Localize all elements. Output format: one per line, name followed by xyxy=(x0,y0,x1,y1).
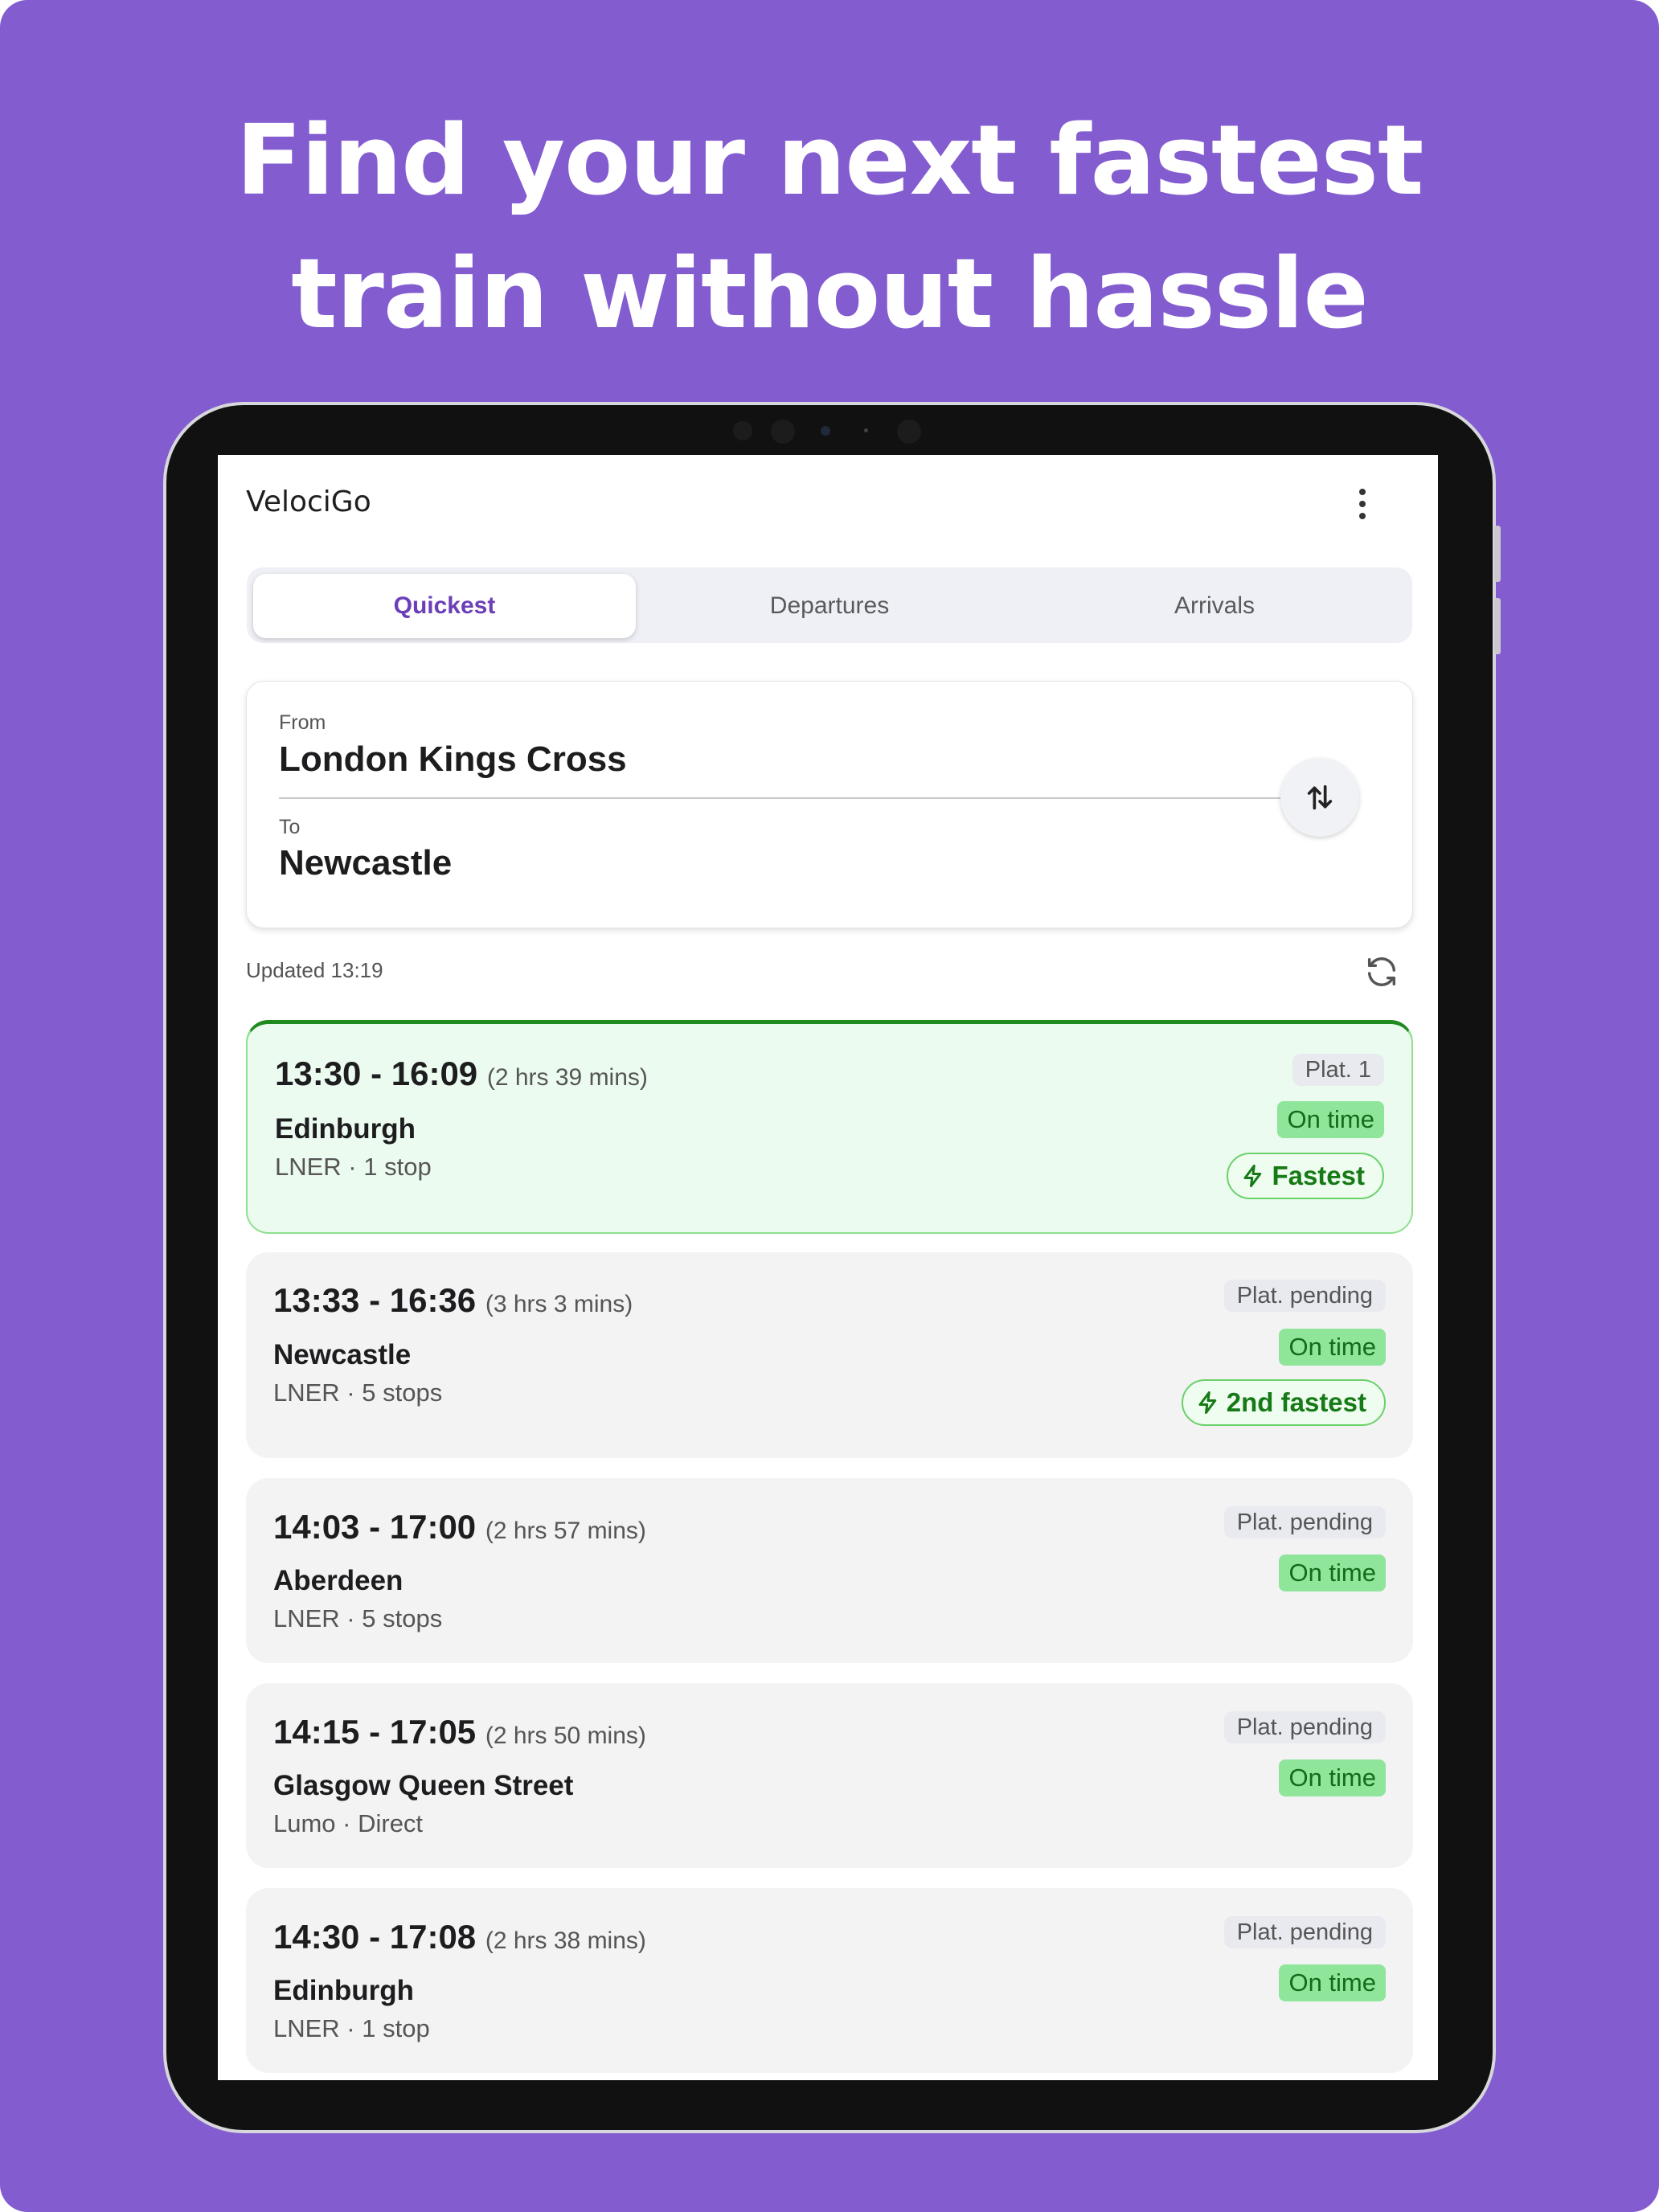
camera-indicator xyxy=(821,426,830,436)
train-card[interactable]: 13:33 - 16:36 (3 hrs 3 mins) Newcastle L… xyxy=(246,1252,1413,1458)
tab-departures[interactable]: Departures xyxy=(638,574,1021,638)
more-vertical-icon[interactable] xyxy=(1350,484,1374,524)
train-operator-stops: LNER · 1 stop xyxy=(273,2014,430,2042)
times-text: 13:33 - 16:36 xyxy=(273,1281,477,1319)
train-destination: Aberdeen xyxy=(273,1565,403,1596)
times-text: 14:30 - 17:08 xyxy=(273,1918,477,1956)
updated-time: Updated 13:19 xyxy=(246,958,383,982)
camera-lens xyxy=(771,420,795,444)
times-text: 14:03 - 17:00 xyxy=(273,1508,477,1546)
train-destination: Edinburgh xyxy=(275,1113,416,1145)
headline: Find your next fastest train without has… xyxy=(0,95,1659,362)
train-destination: Glasgow Queen Street xyxy=(273,1770,574,1801)
train-destination: Newcastle xyxy=(273,1339,412,1370)
rank-label: 2nd fastest xyxy=(1226,1387,1366,1417)
swap-vertical-icon xyxy=(1307,784,1333,810)
side-button xyxy=(1494,598,1501,654)
tab-arrivals[interactable]: Arrivals xyxy=(1023,574,1406,638)
duration-text: (2 hrs 57 mins) xyxy=(485,1518,646,1544)
swap-stations-button[interactable] xyxy=(1280,758,1359,837)
to-label: To xyxy=(279,816,301,838)
duration-text: (2 hrs 39 mins) xyxy=(486,1064,648,1091)
train-card[interactable]: 14:30 - 17:08 (2 hrs 38 mins) Edinburgh … xyxy=(246,1888,1413,2073)
headline-line-1: Find your next fastest xyxy=(236,105,1424,217)
status-badge: On time xyxy=(1279,1759,1386,1796)
train-card[interactable]: 14:03 - 17:00 (2 hrs 57 mins) Aberdeen L… xyxy=(246,1478,1413,1663)
platform-badge: Plat. pending xyxy=(1223,1280,1386,1312)
to-station-field[interactable]: Newcastle xyxy=(279,843,452,883)
rank-badge: Fastest xyxy=(1227,1153,1384,1199)
route-divider xyxy=(279,797,1290,799)
status-badge: On time xyxy=(1279,1964,1386,2001)
from-label: From xyxy=(279,711,326,734)
platform-badge: Plat. pending xyxy=(1223,1711,1386,1743)
train-times: 14:15 - 17:05 (2 hrs 50 mins) xyxy=(273,1713,646,1751)
lightning-icon xyxy=(1198,1391,1217,1414)
refresh-icon xyxy=(1367,957,1396,986)
app-title: VelociGo xyxy=(246,485,371,518)
times-text: 13:30 - 16:09 xyxy=(275,1055,478,1092)
duration-text: (2 hrs 38 mins) xyxy=(485,1927,646,1954)
refresh-button[interactable] xyxy=(1363,953,1400,990)
lightning-icon xyxy=(1243,1165,1262,1187)
train-operator-stops: Lumo · Direct xyxy=(273,1809,424,1837)
sensor xyxy=(864,428,868,432)
app-bar: VelociGo xyxy=(218,455,1438,551)
camera-lens xyxy=(897,420,921,444)
train-times: 13:30 - 16:09 (2 hrs 39 mins) xyxy=(275,1055,648,1093)
rank-label: Fastest xyxy=(1272,1161,1365,1190)
duration-text: (3 hrs 3 mins) xyxy=(485,1291,633,1317)
train-operator-stops: LNER · 5 stops xyxy=(273,1604,443,1632)
train-times: 14:30 - 17:08 (2 hrs 38 mins) xyxy=(273,1918,646,1956)
platform-badge: Plat. pending xyxy=(1223,1506,1386,1538)
status-badge: On time xyxy=(1279,1555,1386,1591)
train-operator-stops: LNER · 5 stops xyxy=(273,1378,443,1407)
from-station-field[interactable]: London Kings Cross xyxy=(279,739,627,780)
status-badge: On time xyxy=(1277,1101,1384,1138)
duration-text: (2 hrs 50 mins) xyxy=(485,1722,646,1749)
platform-badge: Plat. pending xyxy=(1223,1916,1386,1948)
route-card: From London Kings Cross To Newcastle xyxy=(246,681,1413,928)
train-operator-stops: LNER · 1 stop xyxy=(275,1153,432,1181)
status-badge: On time xyxy=(1279,1329,1386,1366)
times-text: 14:15 - 17:05 xyxy=(273,1713,477,1751)
train-destination: Edinburgh xyxy=(273,1975,414,2006)
promo-page: Find your next fastest train without has… xyxy=(0,0,1659,2212)
side-button xyxy=(1494,526,1501,582)
train-card[interactable]: 14:15 - 17:05 (2 hrs 50 mins) Glasgow Qu… xyxy=(246,1683,1413,1868)
train-card[interactable]: 13:30 - 16:09 (2 hrs 39 mins) Edinburgh … xyxy=(246,1020,1413,1234)
platform-badge: Plat. 1 xyxy=(1292,1054,1384,1086)
sensor xyxy=(733,421,752,440)
app-screen: VelociGo Quickest Departures Arrivals Fr… xyxy=(218,455,1438,2080)
train-times: 13:33 - 16:36 (3 hrs 3 mins) xyxy=(273,1281,633,1320)
train-times: 14:03 - 17:00 (2 hrs 57 mins) xyxy=(273,1508,646,1546)
tab-quickest[interactable]: Quickest xyxy=(253,574,636,638)
headline-line-2: train without hassle xyxy=(291,239,1368,350)
rank-badge: 2nd fastest xyxy=(1181,1379,1386,1426)
tab-bar: Quickest Departures Arrivals xyxy=(247,567,1412,643)
